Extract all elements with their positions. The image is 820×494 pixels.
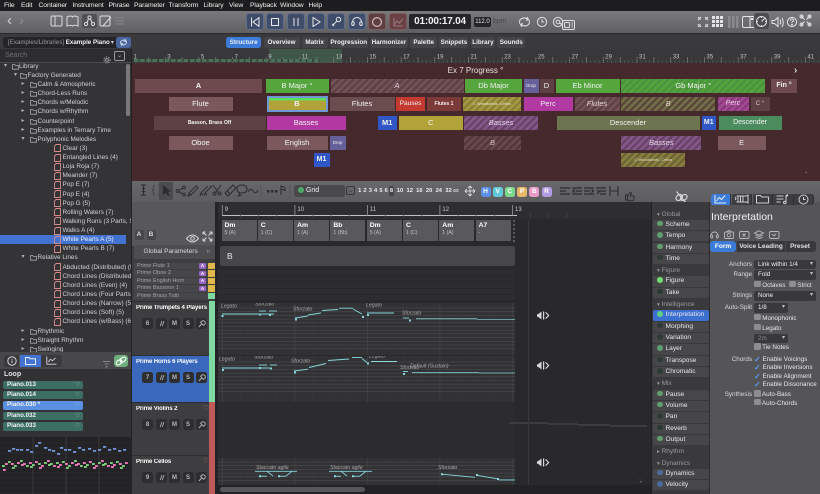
svg-text:35: 35: [706, 55, 713, 61]
svg-text:37: 37: [740, 55, 747, 61]
svg-text:Sforzato: Sforzato: [402, 311, 421, 317]
svg-text:Sforzato: Sforzato: [254, 356, 273, 361]
svg-text:15: 15: [369, 55, 376, 61]
svg-text:17: 17: [403, 55, 410, 61]
svg-text:41: 41: [808, 55, 815, 61]
svg-text:Legato: Legato: [221, 304, 237, 310]
svg-text:29: 29: [605, 55, 612, 61]
svg-text:10: 10: [297, 207, 304, 213]
svg-text:25: 25: [538, 55, 545, 61]
svg-text:Sforzato: Sforzato: [438, 465, 457, 471]
svg-text:Legato: Legato: [219, 357, 235, 363]
svg-text:Sforzato: Sforzato: [293, 307, 312, 313]
svg-text:13: 13: [515, 207, 522, 213]
svg-text:19: 19: [437, 55, 444, 61]
svg-text:31: 31: [639, 55, 646, 61]
svg-text:11: 11: [370, 207, 377, 213]
svg-text:Sforzato: Sforzato: [291, 359, 310, 365]
svg-text:33: 33: [673, 55, 680, 61]
svg-text:27: 27: [572, 55, 579, 61]
svg-text:Legato: Legato: [366, 303, 382, 309]
svg-text:Staccato agile: Staccato agile: [330, 465, 363, 471]
svg-text:Default (Sustain): Default (Sustain): [410, 364, 449, 370]
svg-text:Staccato agile: Staccato agile: [256, 465, 289, 471]
svg-text:12: 12: [442, 207, 449, 213]
svg-text:9: 9: [225, 207, 229, 213]
svg-text:Legato: Legato: [369, 356, 385, 360]
svg-text:Sforzato: Sforzato: [255, 303, 274, 308]
svg-text:21: 21: [471, 55, 478, 61]
svg-text:39: 39: [774, 55, 781, 61]
svg-text:13: 13: [336, 55, 343, 61]
svg-text:23: 23: [504, 55, 511, 61]
